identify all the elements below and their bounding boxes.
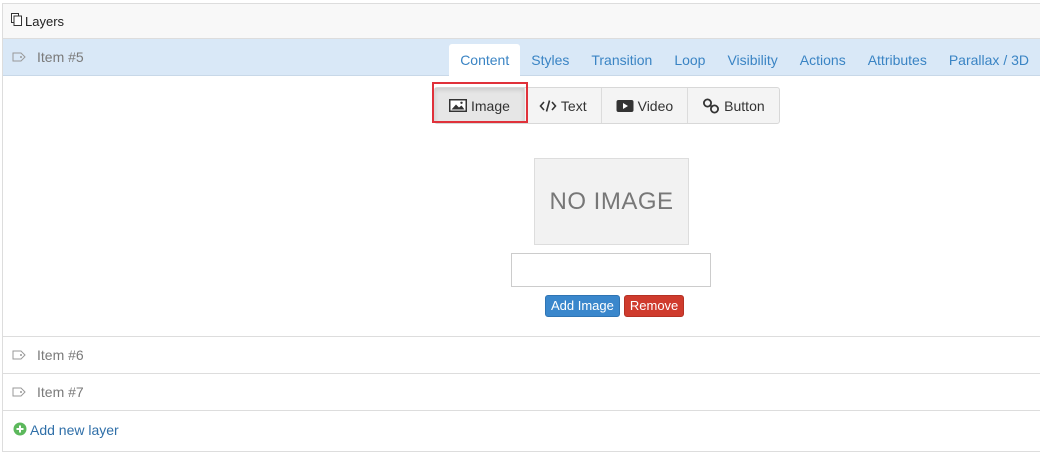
layer-item-label: Item #7 bbox=[37, 384, 84, 400]
tab-transition[interactable]: Transition bbox=[580, 44, 663, 76]
layers-panel: Layers Item #5 Content Styles Transition… bbox=[2, 3, 1040, 452]
tab-actions[interactable]: Actions bbox=[789, 44, 857, 76]
image-url-input[interactable] bbox=[511, 253, 711, 287]
layer-item-label: Item #6 bbox=[37, 347, 84, 363]
button-type-button[interactable]: Button bbox=[688, 88, 778, 123]
tab-styles[interactable]: Styles bbox=[520, 44, 580, 76]
layers-title: Layers bbox=[25, 13, 65, 29]
tab-content[interactable]: Content bbox=[449, 44, 521, 76]
plus-circle-icon bbox=[13, 422, 27, 439]
image-preview: NO IMAGE bbox=[534, 158, 689, 245]
image-type-button[interactable]: Image bbox=[435, 88, 525, 123]
layer-item-7[interactable]: Item #7 bbox=[3, 374, 1040, 411]
tab-loop[interactable]: Loop bbox=[663, 44, 716, 76]
link-icon bbox=[702, 98, 720, 114]
video-type-button[interactable]: Video bbox=[602, 88, 689, 123]
image-actions: Add Image Remove bbox=[545, 295, 685, 317]
layer-content-area: Image Text Video Button NO IMAGE Add Ima… bbox=[3, 76, 1040, 337]
layer-item-5[interactable]: Item #5 Content Styles Transition Loop V… bbox=[3, 39, 1040, 76]
add-image-button[interactable]: Add Image bbox=[545, 295, 620, 317]
add-new-layer-label: Add new layer bbox=[30, 422, 119, 438]
image-icon bbox=[449, 99, 467, 112]
layer-item-6[interactable]: Item #6 bbox=[3, 337, 1040, 374]
add-new-layer-link[interactable]: Add new layer bbox=[3, 411, 1040, 449]
layers-icon bbox=[11, 13, 22, 29]
remove-image-button[interactable]: Remove bbox=[623, 295, 685, 317]
tag-icon bbox=[12, 384, 26, 400]
layer-tabs: Content Styles Transition Loop Visibilit… bbox=[449, 44, 1040, 76]
tab-parallax-3d[interactable]: Parallax / 3D bbox=[938, 44, 1040, 76]
text-type-label: Text bbox=[560, 97, 587, 114]
tab-visibility[interactable]: Visibility bbox=[716, 44, 788, 76]
layer-item-label: Item #5 bbox=[37, 49, 84, 65]
tag-icon bbox=[12, 49, 26, 65]
video-type-label: Video bbox=[637, 97, 674, 114]
button-type-label: Button bbox=[724, 97, 765, 114]
tag-icon bbox=[12, 347, 26, 363]
text-type-button[interactable]: Text bbox=[525, 88, 602, 123]
video-icon bbox=[616, 99, 634, 113]
code-icon bbox=[539, 99, 557, 113]
tab-attributes[interactable]: Attributes bbox=[857, 44, 938, 76]
image-type-label: Image bbox=[471, 97, 510, 114]
layers-header: Layers bbox=[3, 4, 1040, 39]
content-type-group: Image Text Video Button bbox=[434, 87, 780, 124]
